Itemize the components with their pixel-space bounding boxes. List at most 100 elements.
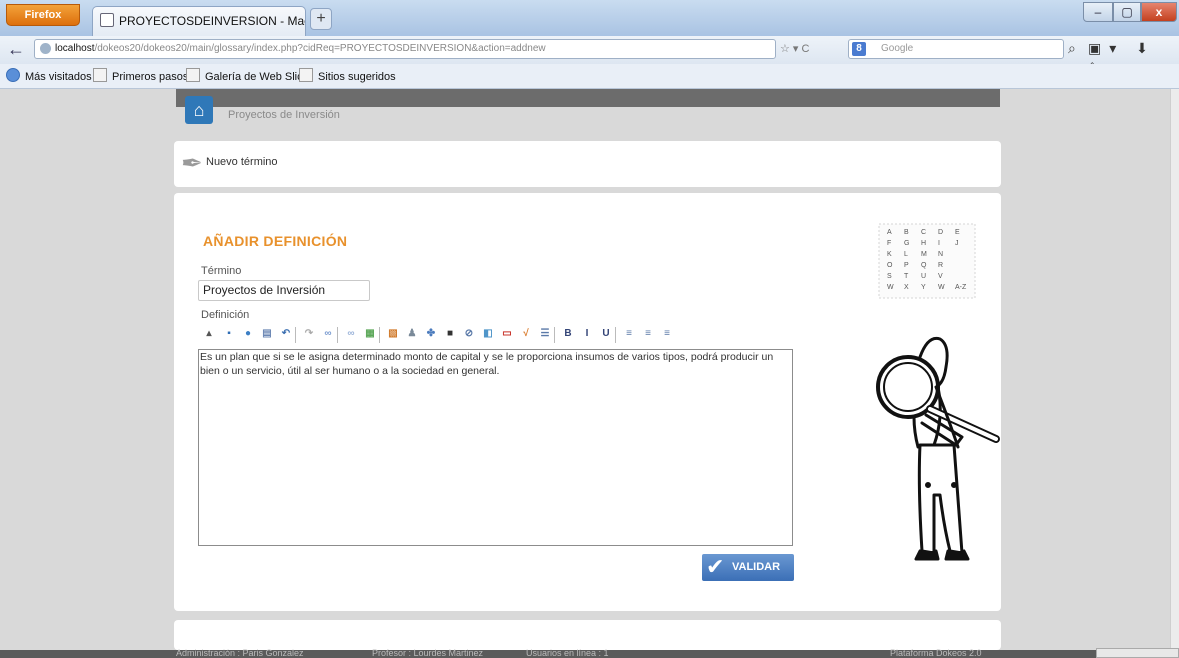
tab-favicon-icon [100,13,114,27]
glossary-alphabet-icon: A B C D EF G H I JK L M NO P Q RS T U VW X Y W A-Z [878,223,976,299]
toolbar-separator [295,327,296,343]
validate-label: VALIDAR [732,561,781,573]
home-icon[interactable]: ⌂ [185,96,213,124]
maximize-button[interactable]: ▢ [1113,2,1141,22]
italic-icon[interactable]: I [580,327,594,341]
link-icon[interactable]: ∞ [321,327,335,341]
url-path: /dokeos20/dokeos20/main/glossary/index.p… [94,43,546,54]
alphabet-letter: R [938,262,943,269]
template-icon[interactable]: ▤ [260,327,274,341]
definition-label: Definición [201,309,250,321]
back-arrow-icon[interactable]: ← [4,38,28,62]
form-title: AÑADIR DEFINICIÓN [203,233,348,249]
tab-title: PROYECTOSDEINVERSION - Maestría en ... [119,14,305,28]
footer-panel [174,620,1001,650]
underline-icon[interactable]: U [599,327,613,341]
alphabet-letter: K [887,251,892,258]
alphabet-letter: F [887,240,891,247]
term-label: Término [201,265,242,277]
toolbar-separator [337,327,338,343]
alphabet-letter: U [921,273,926,280]
url-host: localhost [55,43,95,54]
alphabet-letter: I [938,240,940,247]
course-breadcrumb[interactable]: Proyectos de Inversión [228,109,340,121]
bookmark-reload-icons[interactable]: ☆ ▾ C [780,39,840,59]
admin-status: Administración : Paris Gonzalez [176,648,304,658]
firefox-menu-button[interactable]: Firefox [6,4,80,26]
alphabet-letter: V [938,273,943,280]
alphabet-letter: Y [921,284,926,291]
math-icon[interactable]: √ [519,327,533,341]
status-widget[interactable] [1096,648,1179,658]
alphabet-letter: W [887,284,894,291]
alphabet-letter: C [921,229,926,236]
toolbar-collapse-icon[interactable]: ▴ [202,327,216,341]
youtube-icon[interactable]: ▭ [500,327,514,341]
alphabet-letter: N [938,251,943,258]
toolbar-separator [554,327,555,343]
bookmark-web-slice[interactable]: Galería de Web Slice [186,68,309,85]
toolbar-separator [379,327,380,343]
new-tab-button[interactable]: + [310,8,332,30]
alphabet-letter: A [887,229,892,236]
alphabet-letter: Q [921,262,927,269]
site-identity-icon[interactable] [40,43,51,54]
alphabet-letter: P [904,262,909,269]
bookmark-page-icon [299,68,313,82]
alphabet-letter: T [904,273,909,280]
save-icon[interactable]: ▪ [222,327,236,341]
bookmark-mas-visitados[interactable]: Más visitados [6,68,92,85]
video-icon[interactable]: ■ [443,327,457,341]
platform-name: Plataforma Dokeos 2.0 [890,648,982,658]
undo-icon[interactable]: ↶ [279,327,293,341]
editor-toolbar: ▴ ▪ ● ▤ ↶ ↷ ∞ ∞ ▦ ▧ ♟ ✤ ■ ⊘ ◧ ▭ √ ☰ B I U ≡ ≡ ≡ [198,323,793,349]
search-input[interactable]: Google [848,39,1064,59]
redo-icon[interactable]: ↷ [302,327,316,341]
close-button[interactable]: x [1141,2,1177,22]
alphabet-letter: O [887,262,893,269]
align-center-icon[interactable]: ≡ [641,327,655,341]
alphabet-letter: L [904,251,908,258]
alphabet-letter: G [904,240,909,247]
align-right-icon[interactable]: ≡ [660,327,674,341]
bookmark-page-icon [186,68,200,82]
definition-editor[interactable] [198,349,793,546]
media-icon[interactable]: ◧ [481,327,495,341]
search-icon[interactable]: ⌕ [1068,40,1076,57]
alphabet-letter: W [938,284,945,291]
align-left-icon[interactable]: ≡ [622,327,636,341]
unlink-icon[interactable]: ∞ [344,327,358,341]
gallery-icon[interactable]: ▧ [386,327,400,341]
new-term-link[interactable]: Nuevo término [206,156,278,168]
alphabet-letter: S [887,273,892,280]
alphabet-letter: D [938,229,943,236]
online-users-status: Usuarios en línea : 1 [526,648,609,658]
address-bar[interactable]: localhost/dokeos20/dokeos20/main/glossar… [34,39,776,59]
audio-icon[interactable]: ♟ [405,327,419,341]
mindmap-icon[interactable]: ⊘ [462,327,476,341]
checkmark-icon: ✔ [706,554,725,579]
browser-tab[interactable]: PROYECTOSDEINVERSION - Maestría en ... [92,6,306,36]
alphabet-letter: X [904,284,909,291]
globe-icon[interactable]: ● [241,327,255,341]
alphabet-letter: M [921,251,927,258]
search-engine-icon[interactable]: 8 [852,42,866,56]
bookmark-sitios-sugeridos[interactable]: Sitios sugeridos [299,68,396,85]
alphabet-letter: A-Z [955,284,967,291]
alphabet-letter: J [955,240,959,247]
bookmark-primeros-pasos[interactable]: Primeros pasos [93,68,188,85]
alphabet-letter: E [955,229,960,236]
definition-text[interactable]: Es un plan que si se le asigna determina… [200,351,790,378]
image-icon[interactable]: ▦ [363,327,377,341]
alphabet-letter: H [921,240,926,247]
minimize-button[interactable]: – [1083,2,1113,22]
teacher-status: Profesor : Lourdes Martinez [372,648,484,658]
term-input[interactable]: Proyectos de Inversión [198,280,370,301]
bold-icon[interactable]: B [561,327,575,341]
bookmark-page-icon [93,68,107,82]
toolbar-separator [615,327,616,343]
flash-icon[interactable]: ✤ [424,327,438,341]
ordered-list-icon[interactable]: ☰ [538,327,552,341]
course-header-bar [176,89,1000,107]
page-scrollbar[interactable] [1170,89,1179,658]
